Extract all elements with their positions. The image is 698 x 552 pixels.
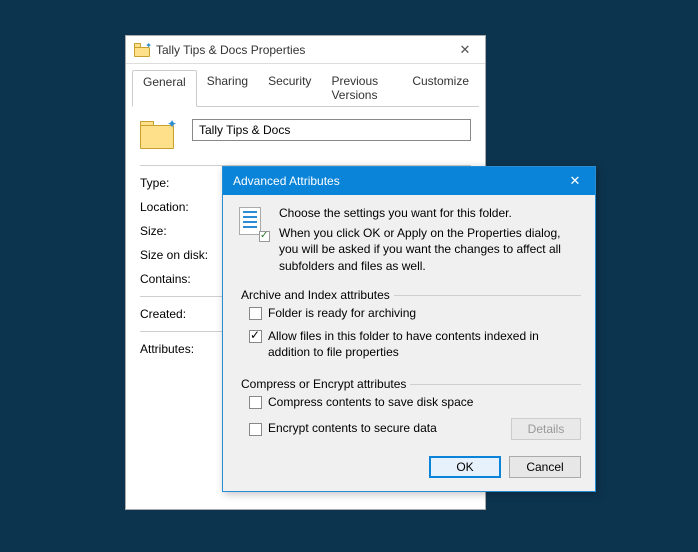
tab-security[interactable]: Security <box>258 70 321 106</box>
group-label-compress: Compress or Encrypt attributes <box>237 377 410 391</box>
label-size-on-disk: Size on disk: <box>140 248 226 262</box>
label-allow-index: Allow files in this folder to have conte… <box>268 329 581 360</box>
label-created: Created: <box>140 307 226 321</box>
tab-customize[interactable]: Customize <box>402 70 479 106</box>
label-type: Type: <box>140 176 226 190</box>
close-icon[interactable]: ✕ <box>555 167 595 195</box>
advanced-title: Advanced Attributes <box>233 174 340 188</box>
close-icon[interactable]: ✕ <box>445 36 485 64</box>
label-encrypt: Encrypt contents to secure data <box>268 421 437 437</box>
checkbox-folder-ready[interactable] <box>249 307 262 320</box>
advanced-titlebar[interactable]: Advanced Attributes ✕ <box>223 167 595 195</box>
intro-sub: When you click OK or Apply on the Proper… <box>279 225 581 274</box>
properties-tabstrip: General Sharing Security Previous Versio… <box>132 70 479 107</box>
tab-previous-versions[interactable]: Previous Versions <box>321 70 402 106</box>
label-location: Location: <box>140 200 226 214</box>
ok-button[interactable]: OK <box>429 456 501 478</box>
tab-general[interactable]: General <box>132 70 197 107</box>
label-compress: Compress contents to save disk space <box>268 395 473 411</box>
cancel-button[interactable]: Cancel <box>509 456 581 478</box>
properties-title: Tally Tips & Docs Properties <box>156 43 305 57</box>
folder-name-input[interactable] <box>192 119 471 141</box>
group-archive-index: Archive and Index attributes Folder is r… <box>237 288 581 361</box>
label-attributes: Attributes: <box>140 342 226 356</box>
checkbox-compress[interactable] <box>249 396 262 409</box>
intro-heading: Choose the settings you want for this fo… <box>279 205 581 221</box>
group-compress-encrypt: Compress or Encrypt attributes Compress … <box>237 377 581 441</box>
label-folder-ready: Folder is ready for archiving <box>268 306 416 322</box>
properties-titlebar[interactable]: ✦ Tally Tips & Docs Properties ✕ <box>126 36 485 64</box>
checkbox-allow-index[interactable] <box>249 330 262 343</box>
folder-icon: ✦ <box>140 121 174 149</box>
tab-sharing[interactable]: Sharing <box>197 70 258 106</box>
label-contains: Contains: <box>140 272 226 286</box>
advanced-attributes-dialog: Advanced Attributes ✕ Choose the setting… <box>222 166 596 492</box>
label-size: Size: <box>140 224 226 238</box>
checkbox-encrypt[interactable] <box>249 423 262 436</box>
folder-icon: ✦ <box>134 43 150 57</box>
group-label-archive: Archive and Index attributes <box>237 288 394 302</box>
settings-sheet-icon <box>237 207 267 239</box>
details-button: Details <box>511 418 581 440</box>
